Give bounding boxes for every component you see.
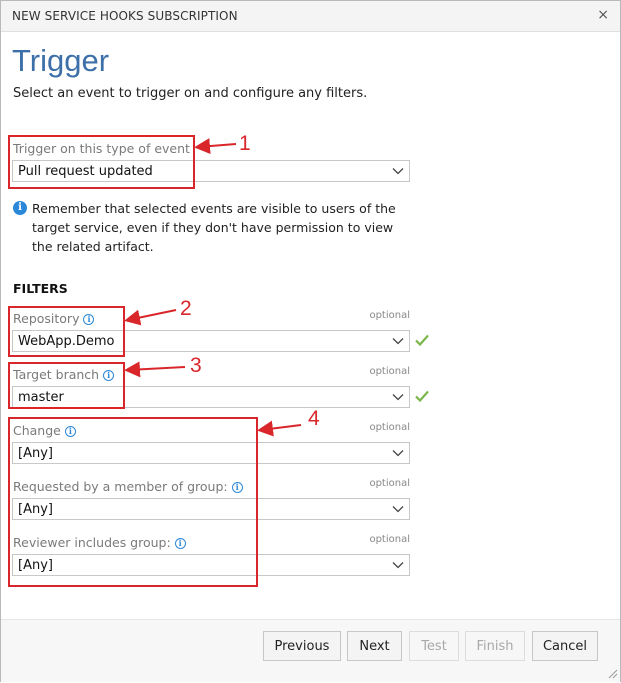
chevron-down-icon [392, 562, 404, 569]
annotation-box-4 [8, 417, 258, 587]
close-icon[interactable]: × [597, 7, 609, 23]
repository-optional: optional [369, 310, 410, 321]
checkmark-icon [415, 334, 429, 346]
chevron-down-icon [392, 506, 404, 513]
visibility-note-text: Remember that selected events are visibl… [32, 201, 396, 254]
filters-heading: FILTERS [13, 281, 68, 296]
cancel-button[interactable]: Cancel [532, 631, 598, 661]
test-button[interactable]: Test [409, 631, 459, 661]
annotation-box-3 [8, 362, 125, 409]
reviewer-optional: optional [369, 534, 410, 545]
change-optional: optional [369, 422, 410, 433]
annotation-arrow-3 [124, 361, 186, 378]
annotation-label-1: 1 [239, 132, 251, 155]
chevron-down-icon [392, 338, 404, 345]
annotation-box-1 [8, 135, 195, 189]
info-icon: i [13, 201, 27, 215]
annotation-arrow-1 [194, 138, 237, 155]
requested-by-optional: optional [369, 478, 410, 489]
annotation-arrow-2 [124, 309, 177, 326]
previous-button[interactable]: Previous [263, 631, 341, 661]
annotation-box-2 [8, 306, 125, 357]
dialog-titlebar: NEW SERVICE HOOKS SUBSCRIPTION × [1, 1, 620, 32]
finish-button[interactable]: Finish [465, 631, 525, 661]
checkmark-icon [415, 390, 429, 402]
service-hooks-dialog: NEW SERVICE HOOKS SUBSCRIPTION × Trigger… [0, 0, 621, 682]
next-button[interactable]: Next [347, 631, 402, 661]
page-subtitle: Select an event to trigger on and config… [13, 86, 368, 101]
chevron-down-icon [392, 168, 404, 175]
annotation-label-3: 3 [190, 354, 202, 377]
dialog-title: NEW SERVICE HOOKS SUBSCRIPTION [12, 9, 238, 23]
annotation-label-2: 2 [180, 297, 192, 320]
visibility-note: i Remember that selected events are visi… [13, 199, 413, 256]
page-title: Trigger [12, 43, 110, 78]
annotation-arrow-4 [257, 420, 302, 437]
target-branch-optional: optional [369, 366, 410, 377]
resize-grip-icon[interactable] [606, 667, 618, 679]
chevron-down-icon [392, 450, 404, 457]
dialog-footer: Previous Next Test Finish Cancel [1, 619, 620, 682]
chevron-down-icon [392, 394, 404, 401]
annotation-label-4: 4 [308, 407, 320, 430]
